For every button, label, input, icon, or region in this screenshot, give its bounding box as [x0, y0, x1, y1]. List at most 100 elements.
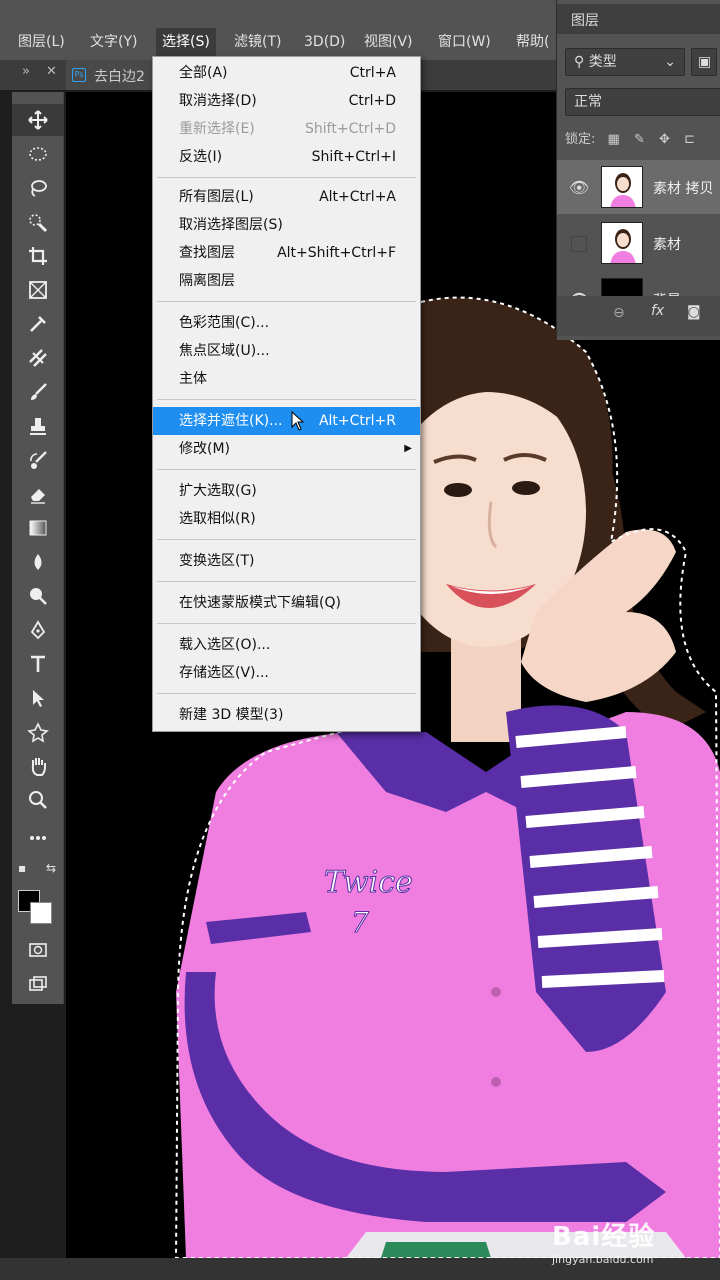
- layer-filter-select[interactable]: ⚲ 类型 ⌄: [565, 48, 685, 76]
- submenu-arrow-icon: ▶: [404, 443, 412, 454]
- blend-mode-select[interactable]: 正常: [565, 88, 720, 116]
- more-tools-icon[interactable]: [12, 822, 64, 854]
- menu-item-deselect-layers[interactable]: 取消选择图层(S): [153, 211, 420, 239]
- filter-image-icon[interactable]: ▣: [691, 48, 717, 76]
- visibility-eye-icon[interactable]: 👁: [569, 178, 589, 197]
- menu-layer[interactable]: 图层(L): [12, 28, 71, 56]
- watermark-url: jingyan.baidu.com: [552, 1253, 654, 1266]
- menu-item-focus-area[interactable]: 焦点区域(U)...: [153, 337, 420, 365]
- menu-item-label: 取消选择图层(S): [179, 217, 283, 233]
- gradient-tool-icon[interactable]: [12, 512, 64, 544]
- lock-position-icon[interactable]: ✥: [659, 132, 670, 147]
- menu-item-similar[interactable]: 选取相似(R): [153, 505, 420, 533]
- zoom-tool-icon[interactable]: [12, 784, 64, 816]
- layer-thumbnail: [601, 222, 643, 264]
- svg-text:Twice: Twice: [324, 865, 413, 900]
- lock-paint-icon[interactable]: ✎: [634, 132, 645, 147]
- menu-item-shortcut: Alt+Shift+Ctrl+F: [277, 245, 396, 261]
- menu-item-label: 载入选区(O)...: [179, 637, 271, 653]
- collapse-arrows-icon[interactable]: »: [22, 64, 30, 79]
- search-icon: ⚲: [574, 54, 589, 70]
- healing-brush-tool-icon[interactable]: [12, 342, 64, 374]
- menu-item-label: 反选(I): [179, 149, 223, 165]
- menu-separator: [157, 177, 416, 178]
- menu-item-label: 在快速蒙版模式下编辑(Q): [179, 595, 341, 611]
- visibility-off-box[interactable]: [571, 236, 587, 252]
- dodge-tool-icon[interactable]: [12, 580, 64, 612]
- menu-item-label: 隔离图层: [179, 273, 235, 289]
- menu-filter[interactable]: 滤镜(T): [228, 28, 287, 56]
- link-layers-icon[interactable]: ⊖: [613, 305, 625, 321]
- menu-item-shortcut: Ctrl+D: [348, 93, 396, 109]
- blur-tool-icon[interactable]: [12, 546, 64, 578]
- menu-separator: [157, 539, 416, 540]
- menu-item-isolate-layers[interactable]: 隔离图层: [153, 267, 420, 295]
- menu-item-save-selection[interactable]: 存储选区(V)...: [153, 659, 420, 687]
- add-mask-icon[interactable]: ◙: [687, 304, 701, 320]
- menu-item-label: 变换选区(T): [179, 553, 255, 569]
- layer-row[interactable]: 👁 背景: [557, 272, 720, 296]
- menu-3d[interactable]: 3D(D): [298, 28, 351, 56]
- menu-item-shortcut: Ctrl+A: [349, 65, 396, 81]
- menu-item-color-range[interactable]: 色彩范围(C)...: [153, 309, 420, 337]
- photoshop-file-icon: Ps: [72, 68, 86, 82]
- layers-panel: 图层 ⚲ 类型 ⌄ ▣ 正常 锁定: ▦ ✎ ✥ ⊏ 👁 素材 拷贝 素材 👁 …: [556, 0, 720, 340]
- menu-help[interactable]: 帮助(: [510, 28, 555, 56]
- lasso-tool-icon[interactable]: [12, 172, 64, 204]
- menu-item-label: 重新选择(E): [179, 121, 255, 137]
- layer-name: 素材: [653, 237, 681, 253]
- frame-tool-icon[interactable]: [12, 274, 64, 306]
- eyedropper-tool-icon[interactable]: [12, 308, 64, 340]
- menu-item-find-layers[interactable]: 查找图层 Alt+Shift+Ctrl+F: [153, 239, 420, 267]
- menu-item-reselect: 重新选择(E) Shift+Ctrl+D: [153, 115, 420, 143]
- move-tool-icon[interactable]: [12, 104, 64, 136]
- menu-item-shortcut: Shift+Ctrl+D: [305, 121, 396, 137]
- menu-item-new-3d-model[interactable]: 新建 3D 模型(3): [153, 701, 420, 729]
- type-tool-icon[interactable]: [12, 648, 64, 680]
- eraser-tool-icon[interactable]: [12, 478, 64, 510]
- close-panel-icon[interactable]: ✕: [46, 64, 57, 79]
- clone-stamp-tool-icon[interactable]: [12, 410, 64, 442]
- swap-colors-icon[interactable]: ⇆: [12, 858, 64, 878]
- layer-row[interactable]: 👁 素材 拷贝: [557, 160, 720, 214]
- menu-type[interactable]: 文字(Y): [84, 28, 143, 56]
- menu-item-load-selection[interactable]: 载入选区(O)...: [153, 631, 420, 659]
- menu-item-transform-selection[interactable]: 变换选区(T): [153, 547, 420, 575]
- menu-item-all-layers[interactable]: 所有图层(L) Alt+Ctrl+A: [153, 183, 420, 211]
- blend-mode-value: 正常: [574, 94, 602, 110]
- menu-item-label: 全部(A): [179, 65, 228, 81]
- crop-tool-icon[interactable]: [12, 240, 64, 272]
- menu-separator: [157, 693, 416, 694]
- quick-selection-tool-icon[interactable]: [12, 206, 64, 238]
- history-brush-tool-icon[interactable]: [12, 444, 64, 476]
- screen-mode-icon[interactable]: [12, 968, 64, 1000]
- layer-row[interactable]: 素材: [557, 216, 720, 270]
- marquee-tool-icon[interactable]: [12, 138, 64, 170]
- background-color-swatch[interactable]: [30, 902, 52, 924]
- lock-transparent-icon[interactable]: ▦: [608, 132, 620, 147]
- menu-item-select-and-mask[interactable]: 选择并遮住(K)... Alt+Ctrl+R: [153, 407, 420, 435]
- lock-label: 锁定:: [565, 132, 596, 147]
- layers-panel-header: 图层: [557, 4, 720, 34]
- menu-item-grow[interactable]: 扩大选取(G): [153, 477, 420, 505]
- menu-select[interactable]: 选择(S): [156, 28, 216, 56]
- menu-item-modify[interactable]: 修改(M) ▶: [153, 435, 420, 463]
- menu-item-label: 主体: [179, 371, 207, 387]
- pen-tool-icon[interactable]: [12, 614, 64, 646]
- tools-panel: ▪ ⇆: [12, 92, 64, 1004]
- quick-mask-icon[interactable]: [12, 934, 64, 966]
- layer-thumbnail: [601, 166, 643, 208]
- brush-tool-icon[interactable]: [12, 376, 64, 408]
- fx-icon[interactable]: fx: [651, 303, 664, 319]
- menu-item-select-all[interactable]: 全部(A) Ctrl+A: [153, 59, 420, 87]
- hand-tool-icon[interactable]: [12, 750, 64, 782]
- menu-item-quick-mask-edit[interactable]: 在快速蒙版模式下编辑(Q): [153, 589, 420, 617]
- menu-item-inverse[interactable]: 反选(I) Shift+Ctrl+I: [153, 143, 420, 171]
- menu-view[interactable]: 视图(V): [358, 28, 419, 56]
- menu-item-deselect[interactable]: 取消选择(D) Ctrl+D: [153, 87, 420, 115]
- lock-artboard-icon[interactable]: ⊏: [684, 132, 695, 147]
- menu-window[interactable]: 窗口(W): [432, 28, 497, 56]
- path-selection-tool-icon[interactable]: [12, 682, 64, 714]
- custom-shape-tool-icon[interactable]: [12, 716, 64, 748]
- menu-item-subject[interactable]: 主体: [153, 365, 420, 393]
